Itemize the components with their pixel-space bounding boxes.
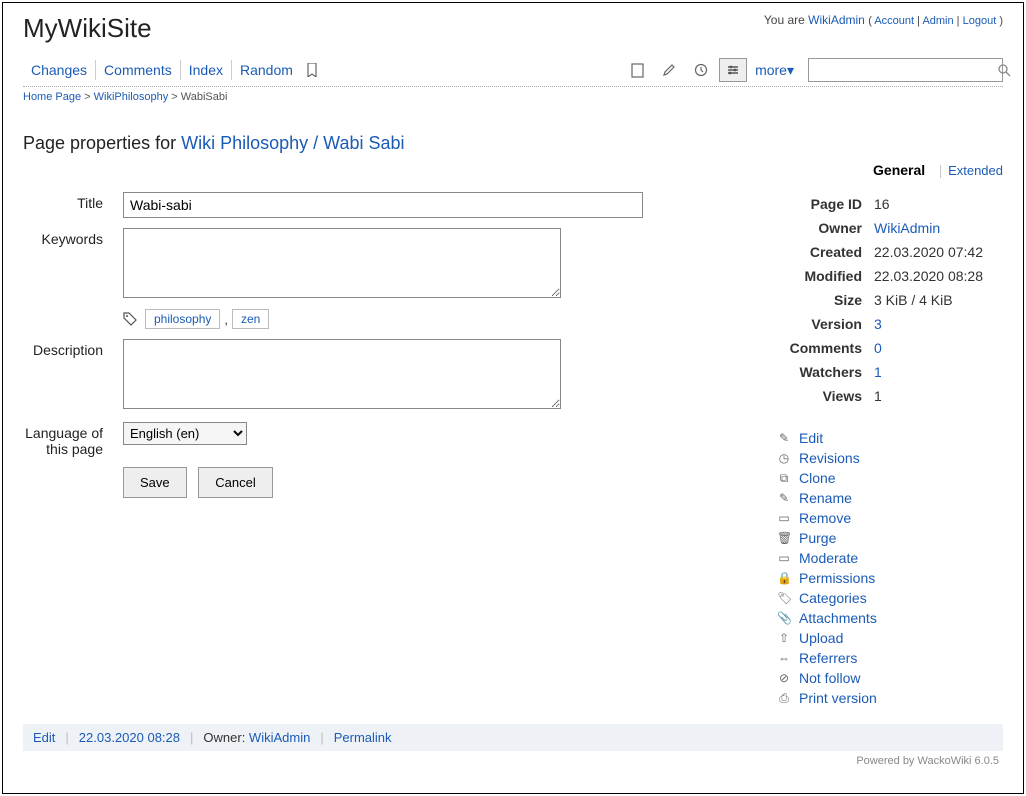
meta-comments[interactable]: 0: [874, 340, 882, 356]
meta-table: Page ID16 OwnerWikiAdmin Created22.03.20…: [773, 192, 1003, 408]
breadcrumb-home[interactable]: Home Page: [23, 91, 81, 103]
search-box: [808, 58, 1003, 82]
action-purge[interactable]: Purge: [799, 530, 836, 546]
nav-random[interactable]: Random: [232, 60, 301, 80]
tag-zen[interactable]: zen: [232, 309, 269, 329]
tag-icon: [123, 312, 137, 326]
description-textarea[interactable]: [123, 339, 561, 409]
search-icon[interactable]: [997, 63, 1011, 77]
page-icon[interactable]: [623, 58, 651, 82]
bookmark-add-icon[interactable]: [301, 63, 325, 77]
action-list: ✎Edit ◷Revisions ⧉Clone ✎Rename ▭Remove …: [773, 428, 1003, 708]
action-permissions[interactable]: Permissions: [799, 570, 875, 586]
user-area: You are WikiAdmin ( Account | Admin | Lo…: [764, 13, 1003, 27]
meta-modified: 22.03.2020 08:28: [868, 264, 1003, 288]
nav-index[interactable]: Index: [181, 60, 232, 80]
clock-icon: ◷: [777, 451, 791, 465]
rename-icon: ✎: [777, 491, 791, 505]
sidebar: Page ID16 OwnerWikiAdmin Created22.03.20…: [773, 192, 1003, 708]
user-link[interactable]: WikiAdmin: [808, 13, 865, 27]
footer-edit[interactable]: Edit: [33, 730, 55, 745]
footer-owner[interactable]: WikiAdmin: [249, 730, 310, 745]
copy-icon: ⧉: [777, 471, 791, 486]
action-categories[interactable]: Categories: [799, 590, 867, 606]
tab-general[interactable]: General: [865, 158, 933, 182]
edit-icon[interactable]: [655, 58, 683, 82]
footer: Edit | 22.03.2020 08:28 | Owner: WikiAdm…: [23, 724, 1003, 751]
page-title-link[interactable]: Wiki Philosophy / Wabi Sabi: [181, 133, 404, 153]
meta-version[interactable]: 3: [874, 316, 882, 332]
history-icon[interactable]: [687, 58, 715, 82]
account-link[interactable]: Account: [874, 15, 914, 27]
cancel-button[interactable]: Cancel: [198, 467, 272, 498]
language-select[interactable]: English (en): [123, 422, 247, 445]
action-rename[interactable]: Rename: [799, 490, 852, 506]
meta-size: 3 KiB / 4 KiB: [868, 288, 1003, 312]
title-input[interactable]: [123, 192, 643, 218]
logout-link[interactable]: Logout: [963, 15, 997, 27]
footer-date[interactable]: 22.03.2020 08:28: [79, 730, 180, 745]
breadcrumb-current: WabiSabi: [181, 91, 228, 103]
property-tabs: General | Extended: [23, 162, 1003, 182]
lock-icon: 🔒: [777, 571, 791, 585]
you-are-label: You are: [764, 13, 808, 27]
action-revisions[interactable]: Revisions: [799, 450, 860, 466]
chat-icon: ▭: [777, 551, 791, 565]
nav-comments[interactable]: Comments: [96, 60, 181, 80]
action-moderate[interactable]: Moderate: [799, 550, 858, 566]
page-title: Page properties for Wiki Philosophy / Wa…: [23, 133, 1003, 154]
action-remove[interactable]: Remove: [799, 510, 851, 526]
keywords-label: Keywords: [23, 228, 123, 247]
properties-icon[interactable]: [719, 58, 747, 82]
remove-icon: ▭: [777, 511, 791, 525]
meta-pageid: 16: [868, 192, 1003, 216]
meta-owner[interactable]: WikiAdmin: [874, 220, 940, 236]
main-nav: Changes Comments Index Random: [23, 60, 325, 80]
print-icon: ⎙: [777, 691, 791, 706]
action-notfollow[interactable]: Not follow: [799, 670, 860, 686]
tab-extended[interactable]: Extended: [948, 163, 1003, 178]
admin-link[interactable]: Admin: [922, 15, 953, 27]
tag-philosophy[interactable]: philosophy: [145, 309, 220, 329]
attach-icon: 📎: [777, 611, 791, 625]
language-label: Language of this page: [23, 422, 123, 457]
action-referrers[interactable]: Referrers: [799, 650, 857, 666]
tag-icon: 🏷: [777, 591, 791, 605]
action-clone[interactable]: Clone: [799, 470, 836, 486]
upload-icon: ⇧: [777, 631, 791, 645]
nav-changes[interactable]: Changes: [23, 60, 96, 80]
footer-permalink[interactable]: Permalink: [334, 730, 392, 745]
eye-off-icon: ⊘: [777, 671, 791, 685]
description-label: Description: [23, 339, 123, 358]
save-button[interactable]: Save: [123, 467, 187, 498]
breadcrumb-l1[interactable]: WikiPhilosophy: [94, 91, 169, 103]
powered-by: Powered by WackoWiki 6.0.5: [23, 751, 1003, 767]
action-edit[interactable]: Edit: [799, 430, 823, 446]
action-print[interactable]: Print version: [799, 690, 877, 706]
search-input[interactable]: [809, 61, 997, 80]
action-upload[interactable]: Upload: [799, 630, 843, 646]
link-icon: ⇔: [777, 651, 791, 665]
trash-icon: 🗑: [777, 531, 791, 545]
meta-watchers[interactable]: 1: [874, 364, 882, 380]
site-title: MyWikiSite: [23, 13, 152, 44]
title-label: Title: [23, 192, 123, 211]
pencil-icon: ✎: [777, 431, 791, 445]
properties-form: Title Keywords philosophy , zen: [23, 192, 753, 708]
breadcrumb: Home Page > WikiPhilosophy > WabiSabi: [23, 87, 1003, 105]
meta-views: 1: [868, 384, 1003, 408]
keywords-textarea[interactable]: [123, 228, 561, 298]
toolbar: more▾: [623, 58, 1003, 82]
more-dropdown[interactable]: more▾: [751, 62, 798, 79]
action-attachments[interactable]: Attachments: [799, 610, 877, 626]
meta-created: 22.03.2020 07:42: [868, 240, 1003, 264]
